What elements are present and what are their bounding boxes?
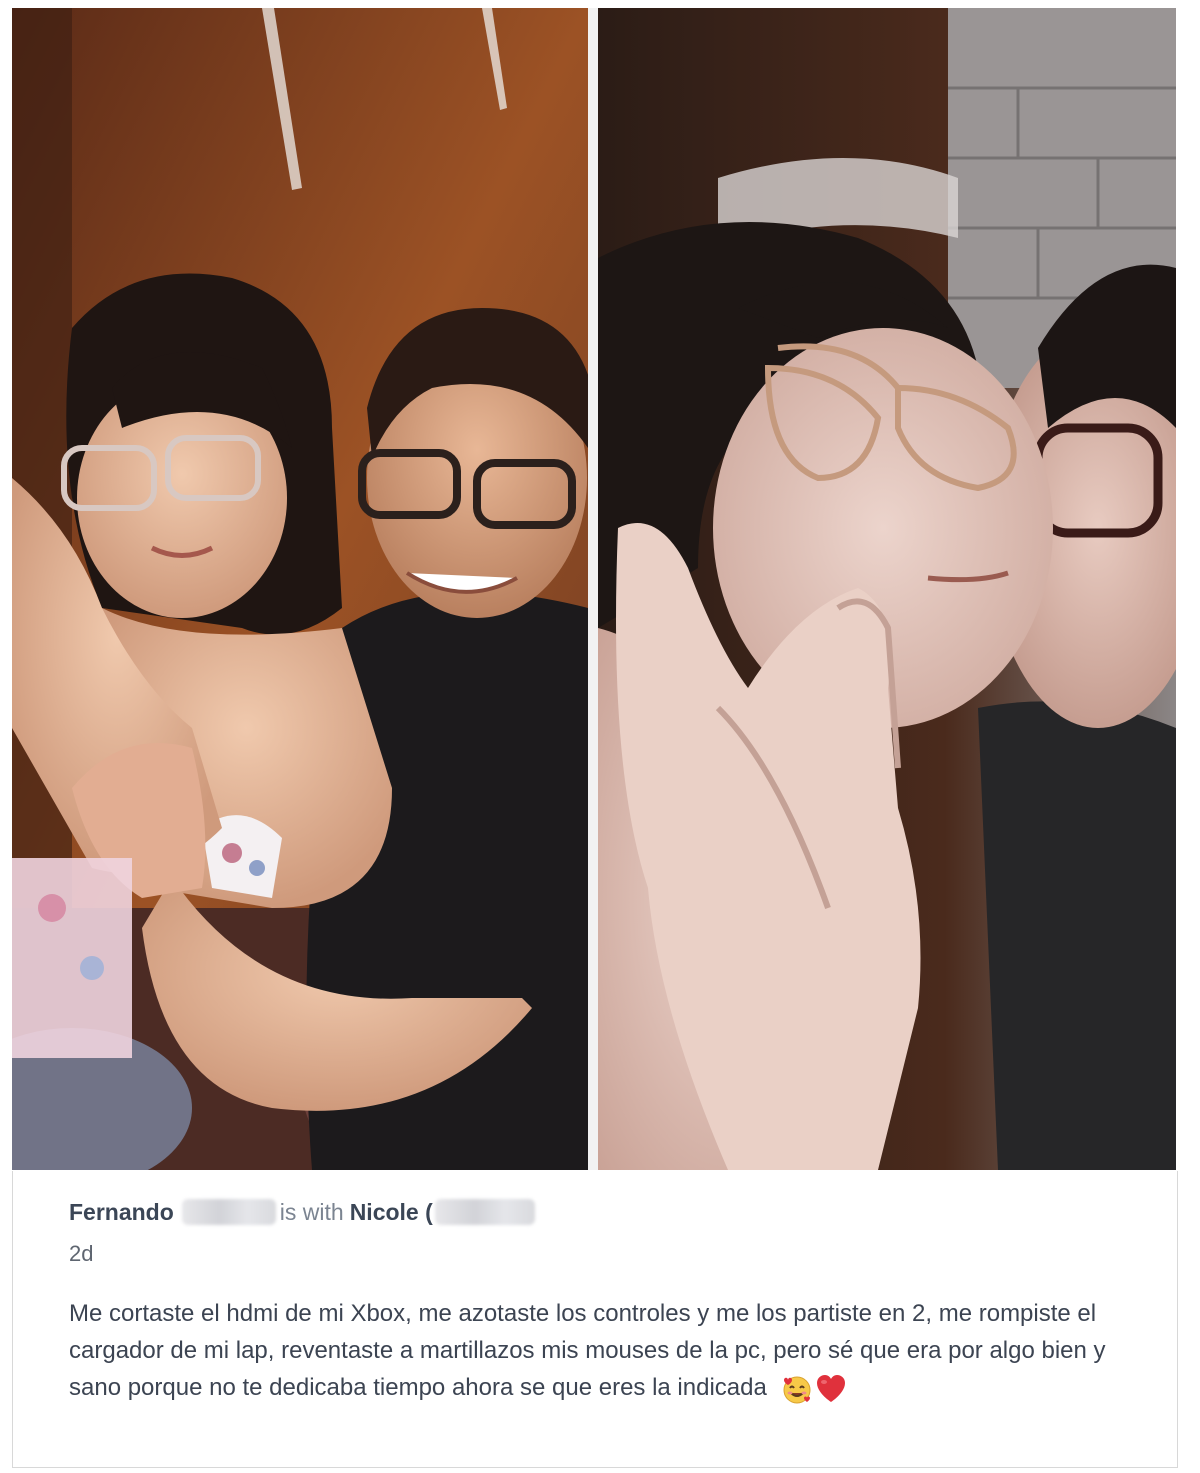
kiss-photo-image	[598, 8, 1176, 1170]
author-name[interactable]: Fernando	[69, 1199, 174, 1226]
post-body-text: Me cortaste el hdmi de mi Xbox, me azota…	[69, 1300, 1106, 1401]
post-caption: Fernando is with Nicole ( 2d Me cortaste…	[12, 1171, 1178, 1468]
redacted-surname	[181, 1199, 276, 1225]
post-timestamp[interactable]: 2d	[69, 1241, 93, 1267]
couple-photo-image	[12, 8, 588, 1170]
post-body: Me cortaste el hdmi de mi Xbox, me azota…	[69, 1295, 1109, 1406]
post-photo-2[interactable]	[598, 8, 1176, 1170]
photo-grid	[12, 8, 1176, 1170]
smiling-face-with-hearts-icon	[783, 1376, 810, 1404]
red-heart-icon	[816, 1374, 845, 1402]
with-label: is with	[279, 1198, 344, 1225]
tagged-user-name[interactable]: Nicole (	[350, 1199, 433, 1226]
post-emojis	[780, 1372, 848, 1406]
post-photo-1[interactable]	[12, 8, 588, 1170]
post-header: Fernando is with Nicole (	[69, 1197, 539, 1227]
redacted-tagged-surname	[434, 1199, 535, 1225]
facebook-post: Fernando is with Nicole ( 2d Me cortaste…	[0, 0, 1200, 1473]
